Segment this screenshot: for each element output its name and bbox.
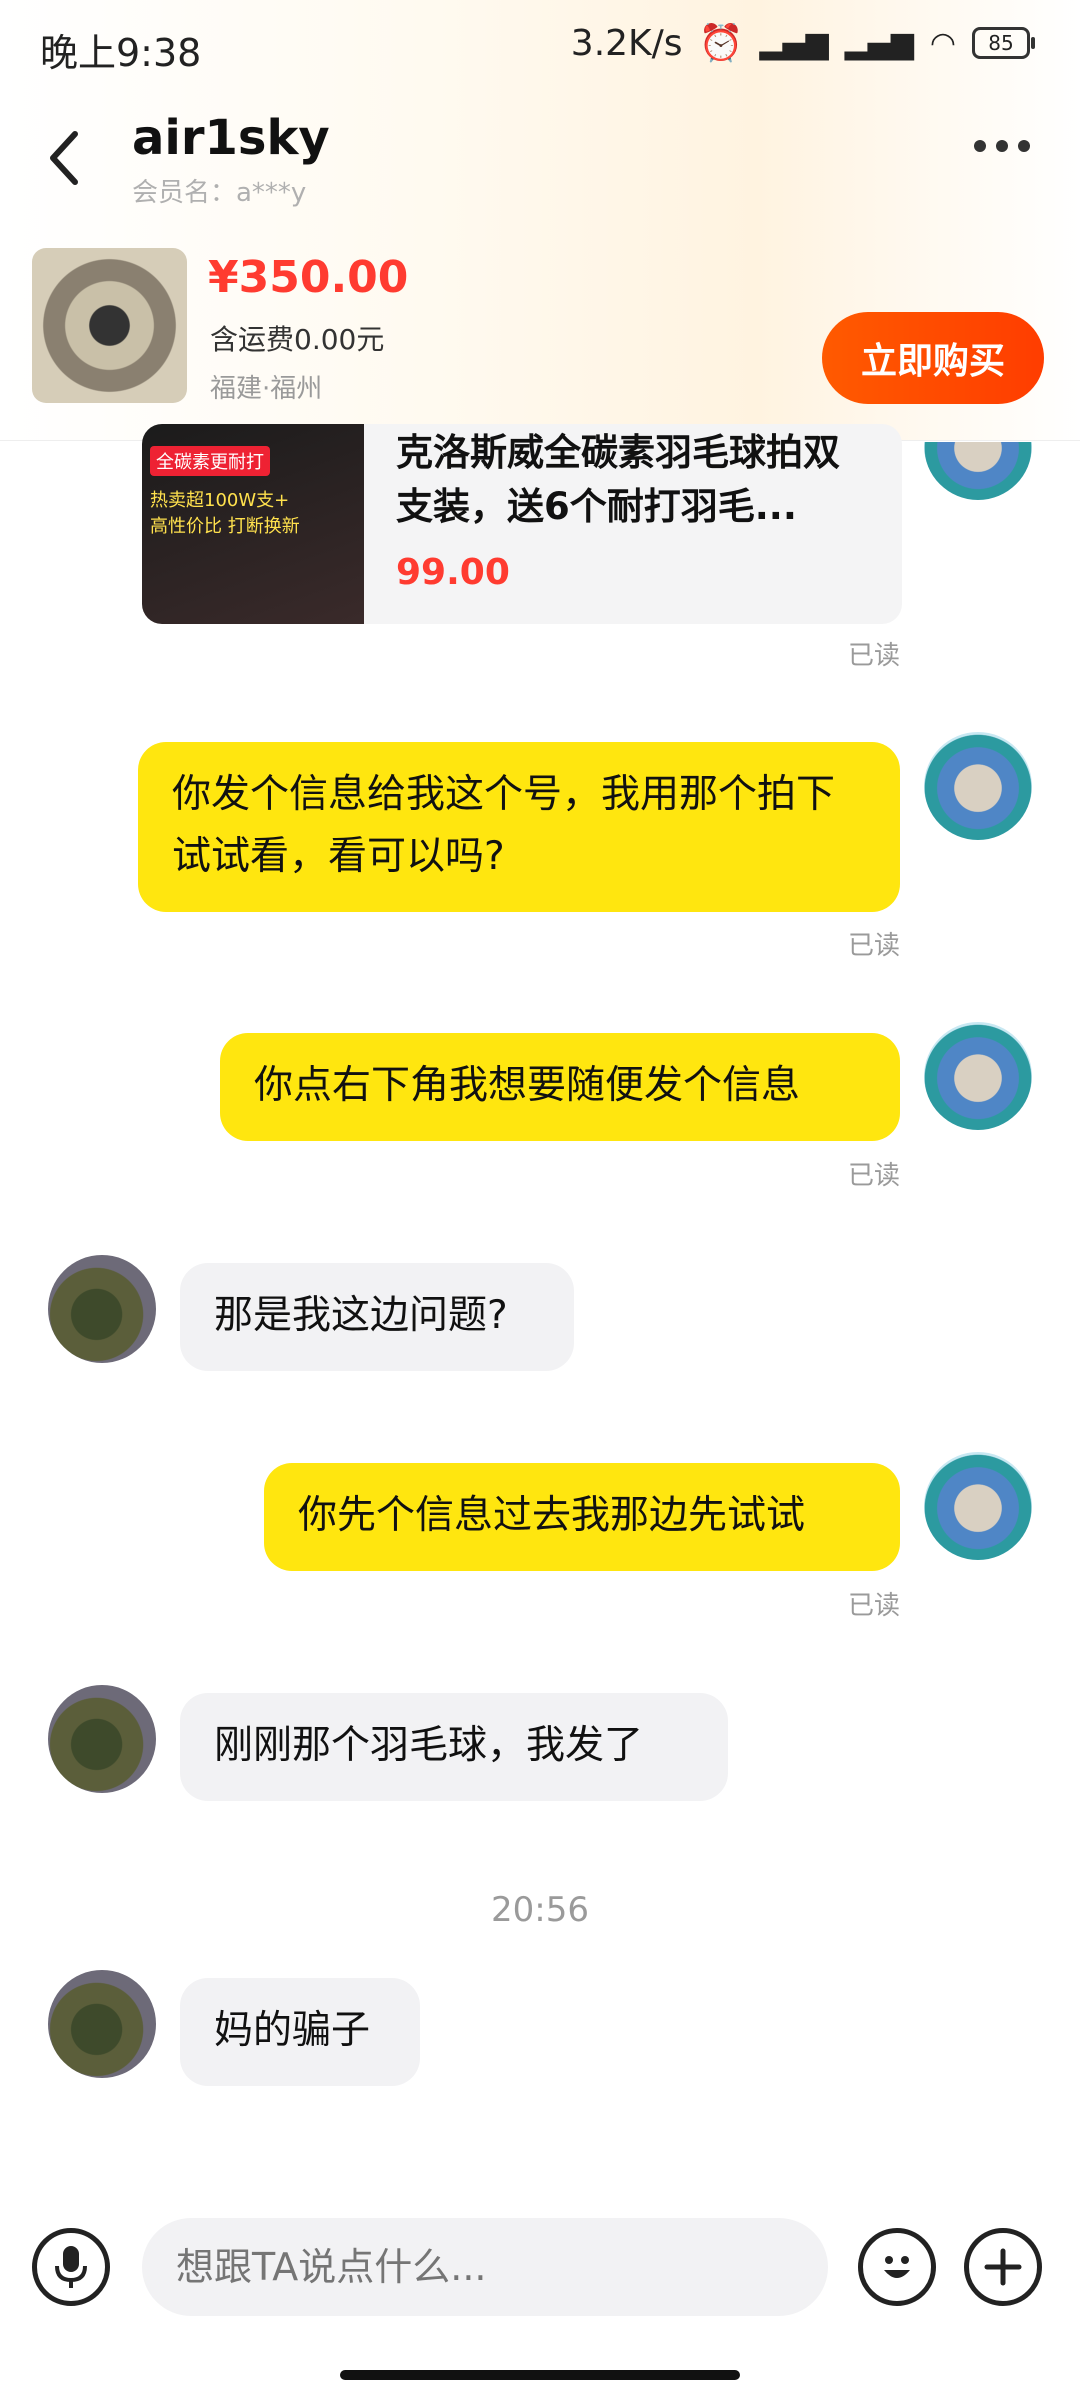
home-indicator[interactable]: [340, 2370, 740, 2380]
member-name: 会员名：a***y: [132, 178, 307, 208]
microphone-glyph: [55, 2246, 87, 2288]
product-price: ¥350.00: [208, 252, 409, 303]
contact-avatar[interactable]: [48, 1970, 156, 2078]
message-bubble-mine[interactable]: 你先个信息过去我那边先试试: [264, 1463, 900, 1571]
more-dots-icon[interactable]: [974, 140, 1030, 152]
network-speed: 3.2K/s: [570, 22, 683, 64]
read-status: 已读: [847, 641, 900, 671]
plus-icon[interactable]: [964, 2228, 1042, 2306]
emoji-glyph: [884, 2256, 910, 2278]
chevron-left-icon[interactable]: [45, 128, 85, 188]
chat-timestamp: 20:56: [491, 1890, 589, 1930]
signal-icon-2: ▂▄▆: [844, 25, 914, 61]
card-price: 99.00: [396, 552, 510, 593]
battery-icon: 85: [972, 27, 1035, 59]
my-avatar[interactable]: [924, 1022, 1032, 1130]
card-image-tag: 高性价比 打断换新: [150, 516, 300, 537]
card-image-tag: 热卖超100W支+: [150, 490, 290, 511]
my-avatar[interactable]: [924, 1452, 1032, 1560]
chat-title: air1sky: [132, 110, 330, 166]
message-bubble-theirs[interactable]: 刚刚那个羽毛球，我发了: [180, 1693, 728, 1801]
read-status: 已读: [847, 931, 900, 961]
buy-now-button[interactable]: 立即购买: [822, 312, 1044, 404]
my-avatar[interactable]: [924, 732, 1032, 840]
message-input[interactable]: [142, 2218, 828, 2316]
chat-header: 晚上9:38 3.2K/s ⏰ ▂▄▆ ▂▄▆ ◠ 85 air1sky 会员名…: [0, 0, 1080, 441]
wifi-icon: ◠: [929, 25, 956, 61]
read-status: 已读: [847, 1161, 900, 1191]
microphone-icon[interactable]: [32, 2228, 110, 2306]
input-bar: [0, 2210, 1080, 2360]
status-bar: 晚上9:38 3.2K/s ⏰ ▂▄▆ ▂▄▆ ◠ 85: [0, 0, 1080, 95]
card-product-image: 全碳素更耐打 热卖超100W支+ 高性价比 打断换新: [142, 424, 364, 624]
card-title: 克洛斯威全碳素羽毛球拍双支装，送6个耐打羽毛...: [396, 431, 840, 528]
product-shipping: 含运费0.00元: [210, 323, 385, 356]
product-thumbnail[interactable]: [32, 248, 187, 403]
shared-product-card[interactable]: 全碳素更耐打 热卖超100W支+ 高性价比 打断换新 克洛斯威全碳素羽毛球拍双支…: [142, 424, 902, 624]
message-bubble-mine[interactable]: 你点右下角我想要随便发个信息: [220, 1033, 900, 1141]
message-bubble-theirs[interactable]: 那是我这边问题?: [180, 1263, 574, 1371]
contact-avatar[interactable]: [48, 1685, 156, 1793]
read-status: 已读: [847, 1591, 900, 1621]
status-time: 晚上9:38: [40, 31, 202, 75]
contact-avatar[interactable]: [48, 1255, 156, 1363]
message-bubble-theirs[interactable]: 妈的骗子: [180, 1978, 420, 2086]
status-right: 3.2K/s ⏰ ▂▄▆ ▂▄▆ ◠ 85: [570, 22, 1035, 64]
alarm-icon: ⏰: [698, 23, 744, 64]
plus-glyph: [984, 2248, 1022, 2286]
product-location: 福建·福州: [210, 374, 323, 404]
signal-icon: ▂▄▆: [759, 25, 829, 61]
message-bubble-mine[interactable]: 你发个信息给我这个号，我用那个拍下试试看，看可以吗?: [138, 742, 900, 912]
emoji-icon[interactable]: [858, 2228, 936, 2306]
card-image-tag: 全碳素更耐打: [150, 446, 270, 476]
